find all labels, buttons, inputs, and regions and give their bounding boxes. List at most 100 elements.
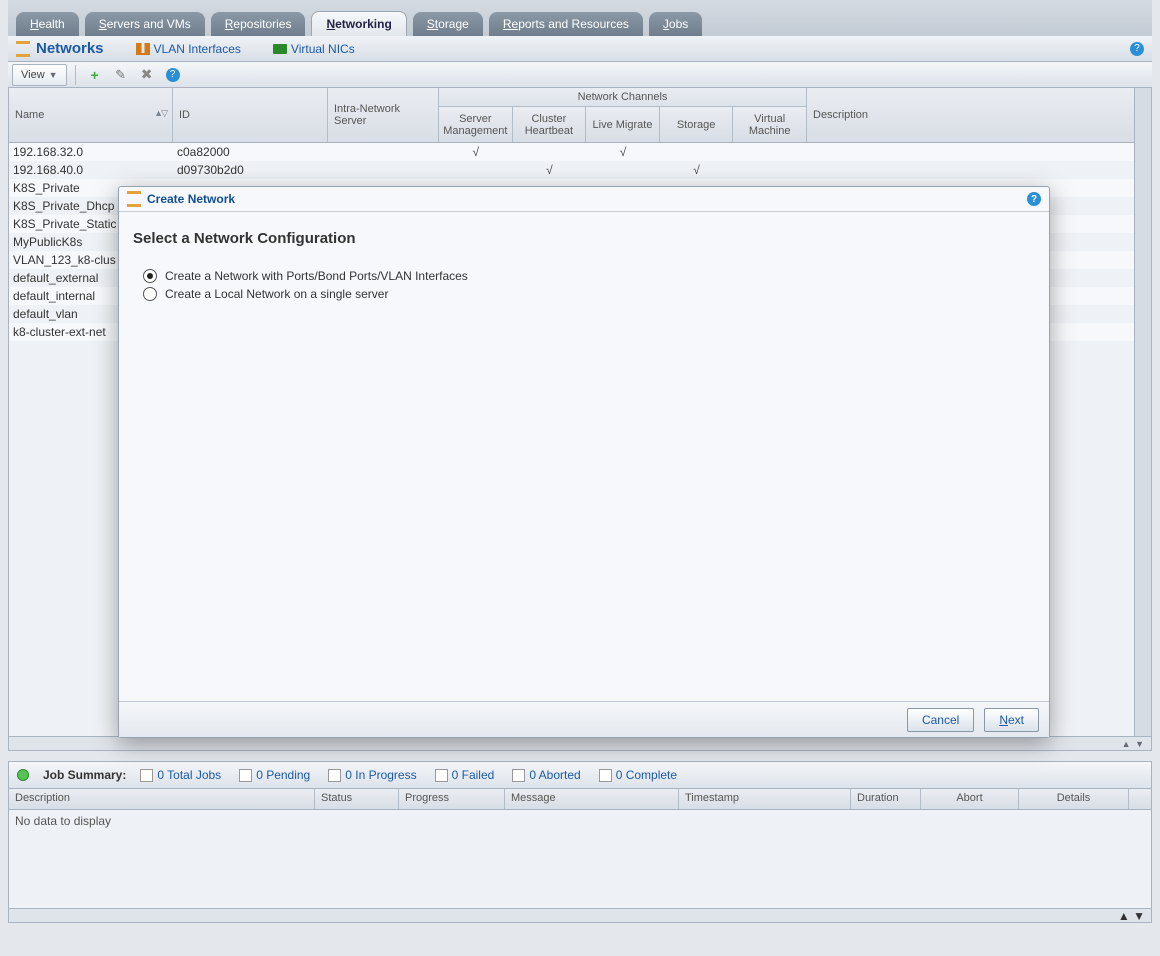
edit-network-button[interactable]: ✎: [110, 64, 132, 86]
separator: [75, 65, 76, 85]
vertical-scrollbar[interactable]: [1134, 88, 1151, 736]
col-live-migrate[interactable]: Live Migrate: [586, 107, 660, 142]
col-id-label: ID: [179, 109, 190, 121]
dialog-help-icon[interactable]: ?: [1027, 192, 1041, 206]
dialog-titlebar: Create Network ?: [119, 187, 1049, 212]
status-box-icon: [140, 769, 153, 782]
radio-icon[interactable]: [143, 287, 157, 301]
plus-icon: +: [90, 67, 98, 83]
radio-label: Create a Local Network on a single serve…: [165, 287, 388, 301]
col-name[interactable]: Name ▲▽: [9, 88, 173, 142]
job-summary-label: Job Summary:: [43, 768, 126, 782]
tab-networking[interactable]: Networking: [311, 11, 406, 36]
table-row[interactable]: 192.168.32.0c0a82000√√: [9, 143, 1151, 161]
delete-icon: ✖: [141, 66, 153, 83]
job-stat[interactable]: 0 Aborted: [512, 768, 580, 782]
link-vnic-label: Virtual NICs: [291, 42, 355, 56]
help-icon: ?: [166, 68, 180, 82]
job-stat[interactable]: 0 Total Jobs: [140, 768, 221, 782]
next-button[interactable]: Next: [984, 708, 1039, 732]
job-summary-panel: Job Summary: 0 Total Jobs 0 Pending 0 In P…: [8, 761, 1152, 923]
link-vlan-label: VLAN Interfaces: [154, 42, 241, 56]
grip-icon: ▲ ▼: [1122, 739, 1145, 749]
tab-jobs[interactable]: Jobs: [649, 12, 702, 36]
col-intra-label: Intra-Network Server: [334, 103, 432, 127]
cancel-label: Cancel: [922, 713, 959, 727]
radio-icon[interactable]: [143, 269, 157, 283]
col-network-channels: Network Channels Server ManagementCluste…: [439, 88, 807, 142]
job-col-status[interactable]: Status: [315, 789, 399, 809]
job-col-timestamp[interactable]: Timestamp: [679, 789, 851, 809]
cancel-button[interactable]: Cancel: [907, 708, 974, 732]
job-stat[interactable]: 0 Failed: [435, 768, 495, 782]
link-vlan-interfaces[interactable]: VLAN Interfaces: [136, 42, 241, 56]
status-box-icon: [239, 769, 252, 782]
split-resizer[interactable]: ▲ ▼: [8, 737, 1152, 751]
link-virtual-nics[interactable]: Virtual NICs: [273, 42, 355, 56]
view-menu-button[interactable]: View ▼: [12, 64, 67, 86]
col-virtual-machine[interactable]: Virtual Machine: [733, 107, 806, 142]
toolbar-help-button[interactable]: ?: [162, 64, 184, 86]
next-label: Next: [999, 713, 1024, 727]
tab-reports-and-resources[interactable]: Reports and Resources: [489, 12, 643, 36]
grip-icon: ▲ ▼: [1118, 909, 1145, 923]
status-box-icon: [512, 769, 525, 782]
radio-option-1[interactable]: Create a Local Network on a single serve…: [133, 287, 1035, 301]
job-col-description[interactable]: Description: [9, 789, 315, 809]
col-server-management[interactable]: Server Management: [439, 107, 513, 142]
network-icon: [127, 191, 141, 207]
job-columns: DescriptionStatusProgressMessageTimestam…: [9, 789, 1151, 810]
col-storage[interactable]: Storage: [660, 107, 734, 142]
job-col-duration[interactable]: Duration: [851, 789, 921, 809]
job-panel-resizer[interactable]: ▲ ▼: [9, 908, 1151, 922]
delete-network-button[interactable]: ✖: [136, 64, 158, 86]
col-nc-label: Network Channels: [439, 88, 806, 107]
vnic-icon: [273, 44, 287, 54]
help-icon[interactable]: ?: [1130, 42, 1144, 56]
job-stat[interactable]: 0 Complete: [599, 768, 677, 782]
view-menu-label: View: [21, 69, 45, 81]
vlan-icon: [136, 43, 150, 55]
tab-storage[interactable]: Storage: [413, 12, 483, 36]
col-intra-network[interactable]: Intra-Network Server: [328, 88, 439, 142]
col-cluster-heartbeat[interactable]: Cluster Heartbeat: [513, 107, 587, 142]
create-network-dialog: Create Network ? Select a Network Config…: [118, 186, 1050, 738]
status-box-icon: [328, 769, 341, 782]
table-row[interactable]: 192.168.40.0d09730b2d0√√: [9, 161, 1151, 179]
job-empty-message: No data to display: [9, 810, 1151, 832]
job-stat[interactable]: 0 In Progress: [328, 768, 416, 782]
dialog-heading: Select a Network Configuration: [133, 230, 1035, 247]
tab-repositories[interactable]: Repositories: [211, 12, 306, 36]
add-network-button[interactable]: +: [84, 64, 106, 86]
sub-header: Networks VLAN Interfaces Virtual NICs ?: [8, 36, 1152, 62]
page-title: Networks: [16, 40, 104, 57]
job-col-details[interactable]: Details: [1019, 789, 1129, 809]
tab-health[interactable]: Health: [16, 12, 79, 36]
network-icon: [16, 41, 30, 57]
page-title-text: Networks: [36, 40, 104, 57]
status-box-icon: [599, 769, 612, 782]
col-desc-label: Description: [813, 109, 868, 121]
job-col-abort[interactable]: Abort: [921, 789, 1019, 809]
job-col-message[interactable]: Message: [505, 789, 679, 809]
grid-toolbar: View ▼ + ✎ ✖ ?: [8, 62, 1152, 88]
dialog-title-text: Create Network: [147, 192, 235, 206]
main-tabstrip: HealthServers and VMsRepositoriesNetwork…: [8, 0, 1152, 36]
col-id[interactable]: ID: [173, 88, 328, 142]
grid-header: Name ▲▽ ID Intra-Network Server Network …: [9, 88, 1151, 143]
caret-down-icon: ▼: [49, 70, 58, 80]
radio-option-0[interactable]: Create a Network with Ports/Bond Ports/V…: [133, 269, 1035, 283]
col-description[interactable]: Description: [807, 88, 1151, 142]
radio-label: Create a Network with Ports/Bond Ports/V…: [165, 269, 468, 283]
job-summary-header: Job Summary: 0 Total Jobs 0 Pending 0 In P…: [9, 762, 1151, 789]
status-dot-icon: [17, 769, 29, 781]
job-col-progress[interactable]: Progress: [399, 789, 505, 809]
status-box-icon: [435, 769, 448, 782]
job-stat[interactable]: 0 Pending: [239, 768, 310, 782]
tab-servers-and-vms[interactable]: Servers and VMs: [85, 12, 205, 36]
col-name-label: Name: [15, 109, 44, 121]
sort-icon[interactable]: ▲▽: [154, 108, 166, 119]
pencil-icon: ✎: [115, 67, 126, 83]
dialog-footer: Cancel Next: [119, 701, 1049, 737]
dialog-body: Select a Network Configuration Create a …: [119, 212, 1049, 701]
